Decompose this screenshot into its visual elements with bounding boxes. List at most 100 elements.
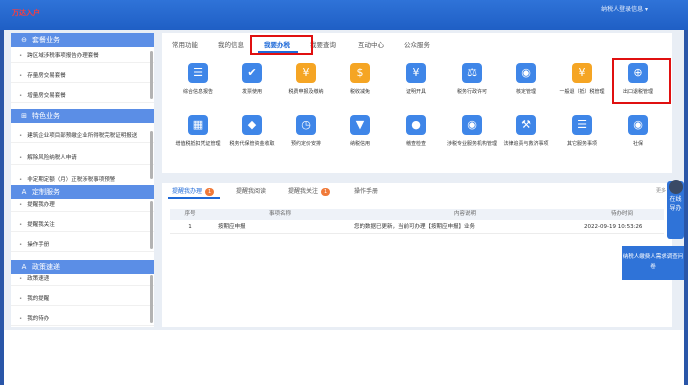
tab-my-info[interactable]: 我的信息 (218, 39, 244, 49)
function-label: 社保 (632, 141, 643, 147)
count-badge: 1 (321, 188, 331, 196)
function-item[interactable]: ¥ 税费申报及缴纳 (278, 63, 334, 105)
refund-icon: ¥ (572, 63, 592, 83)
section-special[interactable]: ⊞ 特色业务 (11, 109, 154, 123)
survey-button[interactable]: 纳税人缴费人需求调查问卷 (622, 246, 684, 280)
function-item[interactable]: $ 税收减免 (332, 63, 388, 105)
tab-remind-follow[interactable]: 提醒我关注 1 (288, 186, 331, 196)
function-item[interactable]: ▼ 纳税信用 (332, 115, 388, 157)
sidebar-item[interactable]: 提醒我办理 (11, 198, 154, 212)
sidebar-item[interactable]: 增量房交易套餐 (11, 89, 154, 103)
function-item[interactable]: ⚖ 税务行政许可 (444, 63, 500, 105)
tab-highlight-box (250, 35, 313, 55)
active-tab-underline (168, 197, 220, 199)
function-label: 税务行政许可 (456, 89, 487, 95)
pricing-icon: ◷ (296, 115, 316, 135)
function-item[interactable]: ¥ 证明开具 (388, 63, 444, 105)
item-time: 2022-09-19 10:53:26 (584, 224, 643, 230)
inspect-icon: ● (406, 115, 426, 135)
function-label: 纳税信用 (349, 141, 370, 147)
function-label: 涉税专业服务机构管理 (446, 141, 497, 147)
sidebar-item[interactable]: 跨区域涉税事项报告办理套餐 (11, 49, 154, 63)
certificate-icon: ¥ (406, 63, 426, 83)
scrollbar[interactable] (150, 275, 153, 323)
tab-query[interactable]: 我要查询 (310, 39, 336, 49)
function-label: 综合信息报告 (182, 89, 213, 95)
function-item[interactable]: ✔ 发票使用 (224, 63, 280, 105)
export-refund-highlight-box (612, 58, 671, 104)
section-title: 定制服务 (32, 188, 60, 196)
sidebar-item[interactable]: 政策速递 (11, 272, 154, 286)
table-header: 序号 事项名称 内容说明 待办时间 (170, 209, 664, 220)
top-bar: 万达入户 纳税人登录信息 ▾ (0, 0, 688, 30)
table-row[interactable]: 1 按期应申报 您的数据已更新，当前可办理【按期应申报】业务 2022-09-1… (170, 220, 664, 234)
tab-label: 提醒我办理 (172, 188, 203, 195)
count-badge: 1 (205, 188, 215, 196)
section-custom[interactable]: A 定制服务 (11, 185, 154, 199)
section-icon: A (21, 188, 27, 196)
item-description: 您的数据已更新，当前可办理【按期应申报】业务 (354, 224, 476, 230)
function-item[interactable]: ◷ 预约定价安排 (278, 115, 334, 157)
agency-icon: ◉ (462, 115, 482, 135)
sidebar: ⊖ 套餐业务 跨区域涉税事项报告办理套餐 存量房交易套餐 增量房交易套餐 ⊞ 特色业… (11, 33, 154, 327)
function-label: 预约定价安排 (290, 141, 321, 147)
sidebar-item[interactable]: 我的提醒 (11, 292, 154, 306)
scrollbar[interactable] (150, 131, 153, 179)
section-title: 政策速递 (32, 263, 60, 271)
sidebar-item[interactable]: 存量房交易套餐 (11, 69, 154, 83)
tab-public-service[interactable]: 公众服务 (404, 39, 430, 49)
todo-panel: 提醒我办理 1 提醒我阅读 提醒我关注 1 操作手册 更多 序号 事项名称 内容说明… (162, 183, 672, 327)
function-item[interactable]: ◉ 涉税专业服务机构管理 (444, 115, 500, 157)
sidebar-item[interactable]: 建筑企业项目部预缴企业所得税完税证明报送 (11, 129, 154, 143)
function-item[interactable]: ● 稽查检查 (388, 115, 444, 157)
fund-icon: ◆ (242, 115, 262, 135)
other-service-icon: ☰ (572, 115, 592, 135)
section-package[interactable]: ⊖ 套餐业务 (11, 33, 154, 47)
section-icon: ⊖ (21, 36, 27, 44)
guide-avatar-icon (669, 180, 683, 194)
function-label: 核定管理 (515, 89, 536, 95)
sidebar-item[interactable]: 提醒我关注 (11, 218, 154, 232)
legal-hammer-icon: ⚒ (516, 115, 536, 135)
row-number: 1 (188, 224, 192, 230)
column-header: 待办时间 (610, 211, 633, 217)
function-label: 税费申报及缴纳 (288, 89, 324, 95)
function-label: 增值税抵扣凭证管理 (175, 141, 221, 147)
invoice-check-icon: ✔ (242, 63, 262, 83)
function-label: 发票使用 (241, 89, 262, 95)
site-logo: 万达入户 (12, 9, 40, 17)
function-item[interactable]: ◆ 税务代保管资金收取 (224, 115, 280, 157)
verify-user-icon: ◉ (516, 63, 536, 83)
tab-remind-handle[interactable]: 提醒我办理 1 (172, 186, 215, 196)
tab-remind-read[interactable]: 提醒我阅读 (236, 186, 266, 195)
section-title: 特色业务 (32, 112, 60, 120)
tax-declare-icon: ¥ (296, 63, 316, 83)
sidebar-item[interactable]: 操作手册 (11, 238, 154, 252)
function-item[interactable]: ◉ 社保 (610, 115, 666, 157)
column-header: 事项名称 (268, 211, 291, 217)
tab-manual[interactable]: 操作手册 (354, 186, 378, 195)
credit-icon: ▼ (350, 115, 370, 135)
function-item[interactable]: ◉ 核定管理 (498, 63, 554, 105)
scrollbar[interactable] (150, 201, 153, 249)
function-item[interactable]: ☰ 其它服务事项 (554, 115, 610, 157)
function-item[interactable]: ☰ 综合信息报告 (170, 63, 226, 105)
scrollbar[interactable] (150, 51, 153, 99)
function-item[interactable]: ¥ 一般退（抵）税管理 (554, 63, 610, 105)
deduct-voucher-icon: ▦ (188, 115, 208, 135)
sidebar-item[interactable]: 解除风险纳税人申请 (11, 151, 154, 165)
section-title: 套餐业务 (32, 36, 60, 44)
function-label: 证明开具 (405, 89, 426, 95)
section-icon: ⊞ (21, 112, 27, 120)
function-item[interactable]: ⚒ 法律追责与救济事项 (498, 115, 554, 157)
more-link[interactable]: 更多 (656, 187, 666, 194)
item-name[interactable]: 按期应申报 (218, 220, 246, 234)
column-header: 内容说明 (453, 211, 476, 217)
user-info[interactable]: 纳税人登录信息 ▾ (601, 4, 648, 13)
bottom-blank-area (4, 330, 684, 385)
sidebar-item[interactable]: 我的待办 (11, 312, 154, 326)
tab-common[interactable]: 常用功能 (172, 39, 198, 49)
function-label: 法律追责与救济事项 (503, 141, 549, 147)
function-item[interactable]: ▦ 增值税抵扣凭证管理 (170, 115, 226, 157)
tab-interaction[interactable]: 互动中心 (358, 39, 384, 49)
